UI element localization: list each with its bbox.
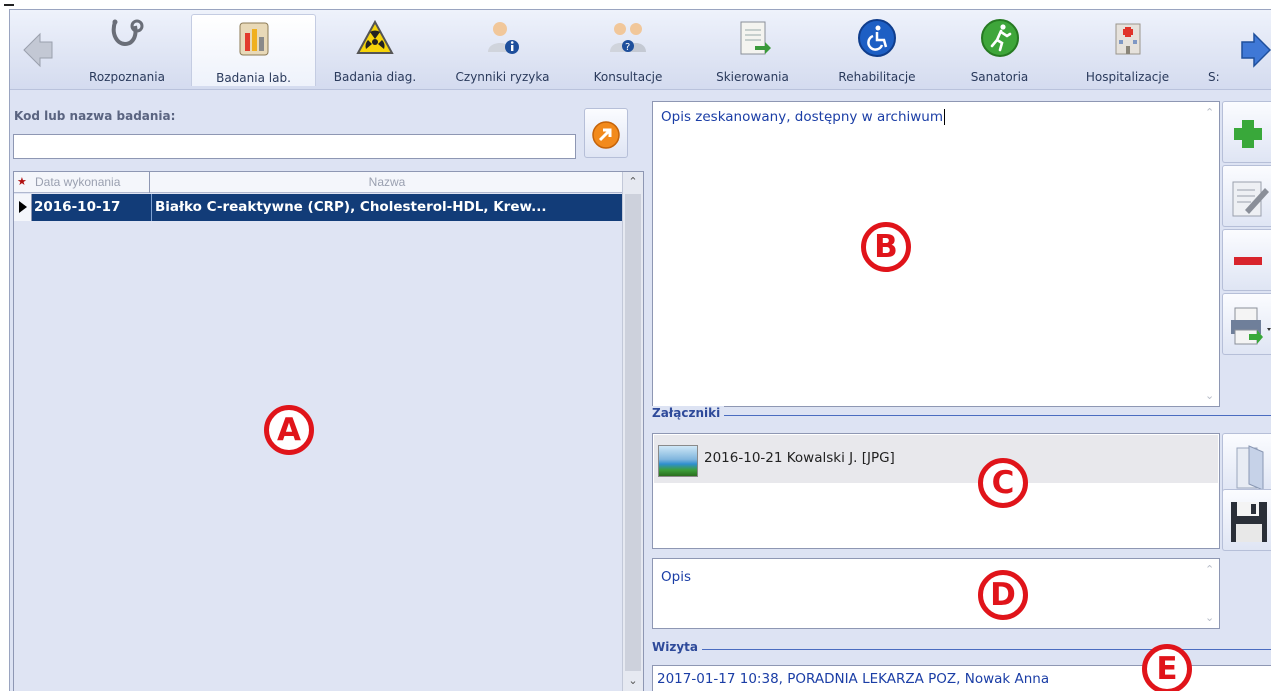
attachments-label: Załączniki (652, 406, 725, 420)
lab-tests-grid: ★ Data wykonania Nazwa 2016-10-17 Białko… (13, 171, 644, 691)
hospital-building-icon (1108, 18, 1148, 58)
window-corner-mark (4, 4, 14, 6)
module-toolbar: Rozpoznania Badania lab. Badania diag. C… (10, 10, 1271, 90)
tab-hospitalizacje[interactable]: Hospitalizacje (1065, 14, 1190, 86)
scroll-up-icon[interactable]: ⌃ (1205, 106, 1214, 119)
tab-label: S: (1208, 70, 1220, 84)
scrollbar-thumb[interactable] (625, 194, 641, 671)
column-header-date[interactable]: Data wykonania (32, 172, 150, 193)
row-date: 2016-10-17 (34, 199, 121, 215)
tab-label: Hospitalizacje (1085, 70, 1170, 84)
scroll-down-icon[interactable]: ⌄ (623, 671, 643, 691)
tab-label: Badania lab. (216, 71, 291, 85)
description-text: Opis zeskanowany, dostępny w archiwum (661, 109, 944, 125)
description-textarea[interactable]: Opis zeskanowany, dostępny w archiwum ⌃ … (652, 101, 1220, 407)
image-thumbnail-icon (658, 445, 698, 477)
callout-c: C (978, 458, 1028, 508)
text-caret (944, 109, 946, 125)
edit-button[interactable] (1222, 165, 1271, 227)
remove-button[interactable] (1222, 229, 1271, 291)
tab-sanatoria[interactable]: Sanatoria (952, 14, 1047, 86)
callout-a: A (264, 405, 314, 455)
scroll-up-icon[interactable]: ⌃ (1205, 563, 1214, 576)
callout-d: D (978, 570, 1028, 620)
attachment-text: 2016-10-21 Kowalski J. [JPG] (704, 450, 895, 466)
lab-tests-window: Rozpoznania Badania lab. Badania diag. C… (9, 9, 1271, 691)
tab-label: Rozpoznania (89, 70, 165, 84)
red-minus-icon (1234, 257, 1262, 265)
tab-label: Skierowania (716, 70, 789, 84)
lab-tubes-icon (234, 19, 274, 59)
grid-header: ★ Data wykonania Nazwa (14, 172, 623, 193)
tab-rehabilitacje[interactable]: Rehabilitacje (822, 14, 932, 86)
attachments-list[interactable]: 2016-10-21 Kowalski J. [JPG] (652, 433, 1220, 549)
attachment-description-scrollbar[interactable]: ⌃ ⌄ (1203, 563, 1217, 624)
table-row[interactable]: 2016-10-17 Białko C-reaktywne (CRP), Cho… (14, 194, 623, 221)
search-button[interactable] (584, 108, 628, 158)
orange-arrow-icon (592, 121, 620, 149)
search-label: Kod lub nazwa badania: (14, 109, 176, 123)
open-folder-icon (1236, 445, 1264, 491)
tab-badania-diag[interactable]: Badania diag. (320, 14, 430, 86)
tab-label: Czynniki ryzyka (455, 70, 550, 84)
search-input[interactable] (13, 134, 576, 159)
tab-badania-lab[interactable]: Badania lab. (191, 14, 316, 86)
edit-notepad-icon (1232, 181, 1269, 217)
green-plus-icon (1234, 120, 1262, 148)
list-item[interactable]: 2016-10-21 Kowalski J. [JPG] (654, 435, 1218, 483)
tab-czynniki-ryzyka[interactable]: Czynniki ryzyka (440, 14, 565, 86)
row-name: Białko C-reaktywne (CRP), Cholesterol-HD… (155, 199, 547, 215)
tab-label: Badania diag. (333, 70, 417, 84)
running-man-icon (980, 18, 1020, 58)
description-scrollbar[interactable]: ⌃ ⌄ (1203, 106, 1217, 402)
printer-icon (1231, 307, 1271, 345)
tab-rozpoznania[interactable]: Rozpoznania (72, 14, 182, 86)
scroll-up-icon[interactable]: ⌃ (623, 172, 643, 192)
print-dropdown-button[interactable] (1222, 293, 1271, 355)
referral-document-icon (733, 18, 773, 58)
wheelchair-icon (857, 18, 897, 58)
scroll-down-icon[interactable]: ⌄ (1205, 389, 1214, 402)
tab-skierowania[interactable]: Skierowania (700, 14, 805, 86)
stethoscope-icon (107, 18, 147, 58)
tab-partial[interactable]: S: (1208, 14, 1236, 86)
column-header-name[interactable]: Nazwa (151, 172, 623, 193)
visit-text: 2017-01-17 10:38, PORADNIA LEKARZA POZ, … (657, 671, 1050, 687)
scroll-right-arrow-icon[interactable] (1238, 30, 1271, 70)
callout-e: E (1142, 644, 1192, 691)
save-attachment-button[interactable] (1222, 489, 1271, 551)
doctors-question-icon: ? (608, 18, 648, 58)
visit-label: Wizyta (652, 640, 702, 654)
attachment-description-textarea[interactable]: Opis ⌃ ⌄ (652, 558, 1220, 629)
scroll-left-arrow-icon[interactable] (20, 30, 56, 70)
callout-b: B (861, 222, 911, 272)
tab-konsultacje[interactable]: ? Konsultacje (578, 14, 678, 86)
required-star-icon: ★ (17, 176, 27, 188)
tab-label: Rehabilitacje (838, 70, 916, 84)
radiation-warning-icon (355, 18, 395, 58)
floppy-disk-icon (1231, 502, 1267, 542)
svg-text:?: ? (625, 42, 630, 53)
attachment-description-text: Opis (661, 569, 691, 585)
person-info-icon (483, 18, 523, 58)
open-attachment-button[interactable] (1222, 433, 1271, 495)
grid-scrollbar[interactable]: ⌃ ⌄ (622, 172, 643, 691)
scroll-down-icon[interactable]: ⌄ (1205, 611, 1214, 624)
row-indicator-icon (14, 194, 32, 221)
tab-label: Konsultacje (593, 70, 663, 84)
add-button[interactable] (1222, 101, 1271, 163)
tab-label: Sanatoria (970, 70, 1029, 84)
